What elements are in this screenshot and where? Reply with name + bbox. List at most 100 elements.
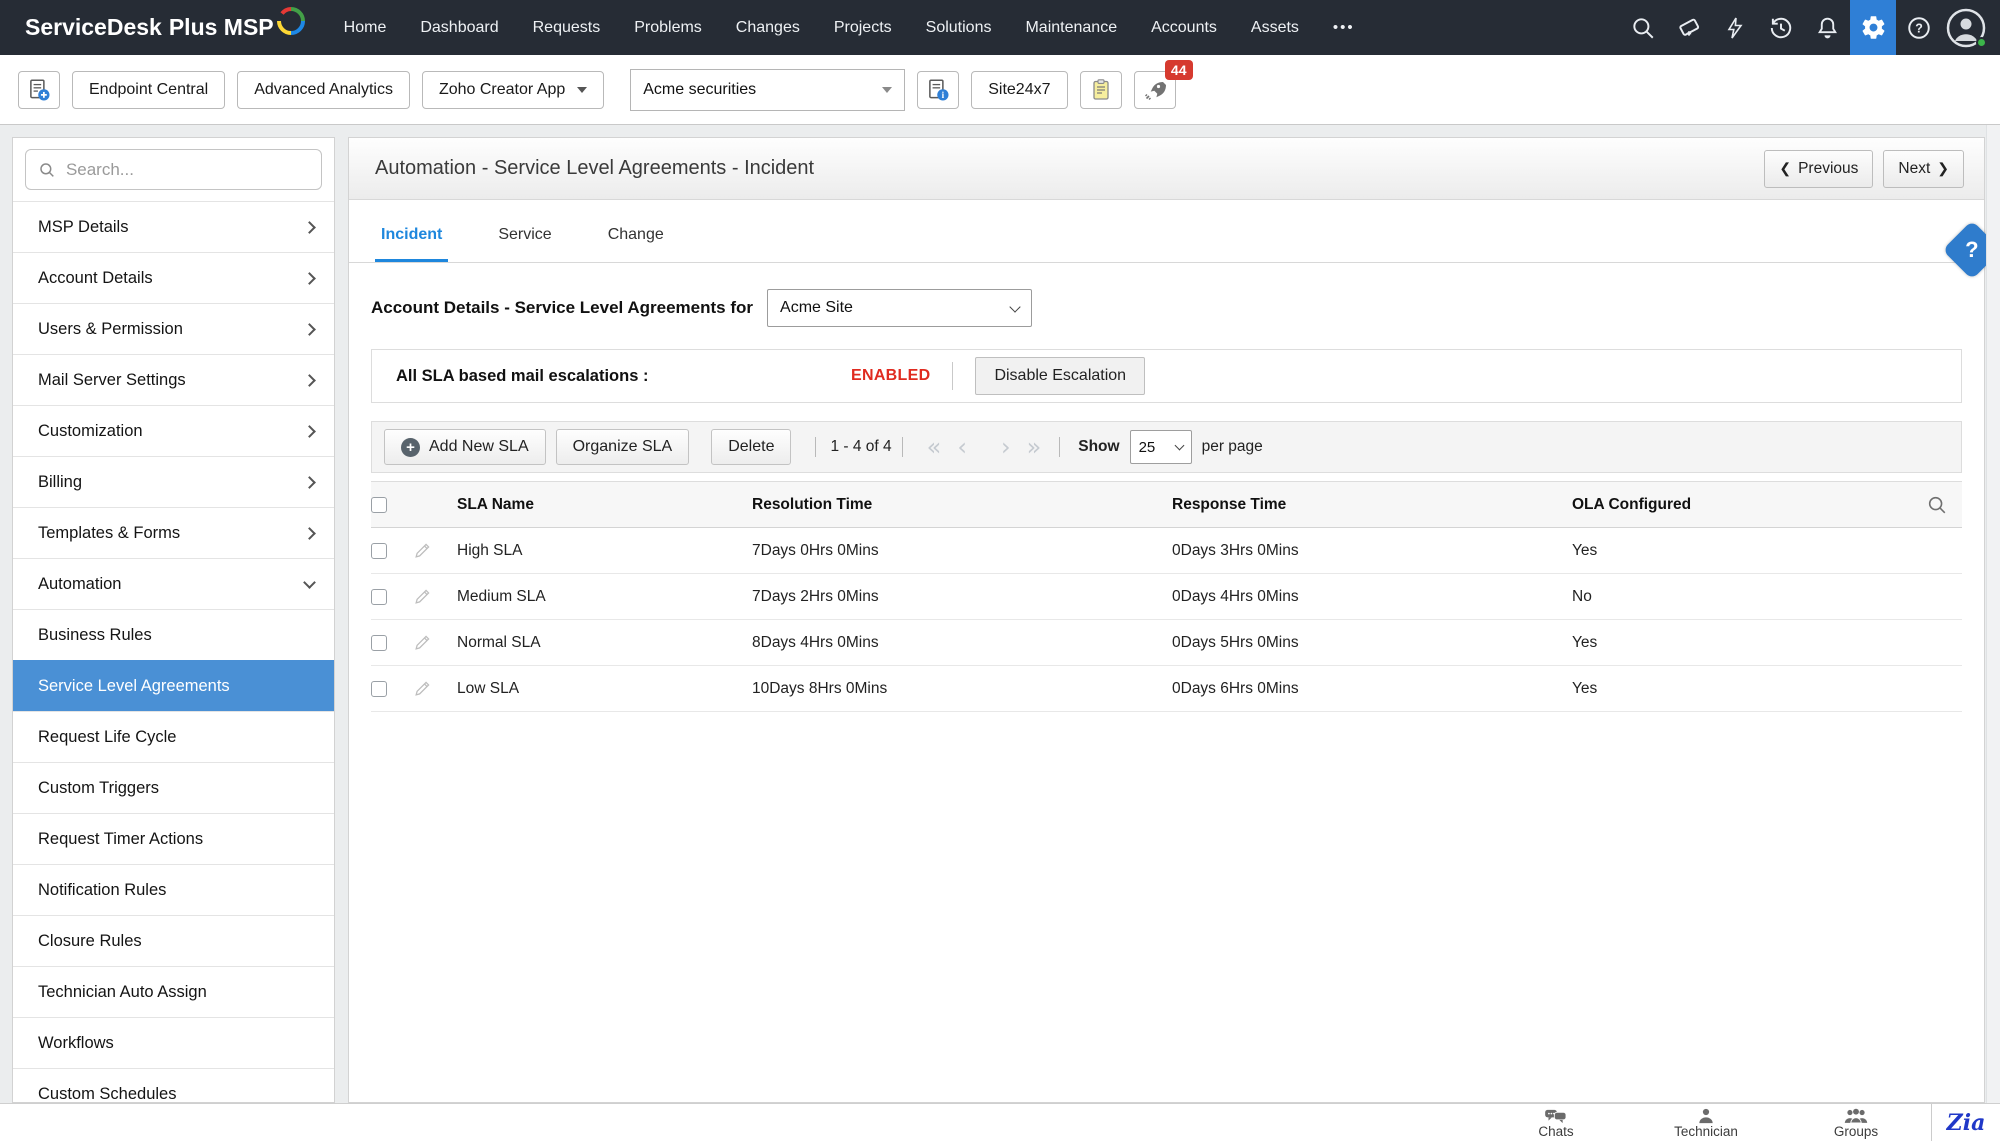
zia-assistant-button[interactable]: Zia <box>1932 1104 2000 1141</box>
resolution-time-cell: 8Days 4Hrs 0Mins <box>752 634 1172 652</box>
nav-item-dashboard[interactable]: Dashboard <box>420 19 498 37</box>
delete-button[interactable]: Delete <box>711 429 791 465</box>
settings-gear-icon[interactable] <box>1850 0 1896 55</box>
history-icon[interactable] <box>1758 0 1804 55</box>
row-checkbox[interactable] <box>371 589 387 605</box>
nav-item-accounts[interactable]: Accounts <box>1151 19 1217 37</box>
table-row: Low SLA 10Days 8Hrs 0Mins 0Days 6Hrs 0Mi… <box>371 666 1962 712</box>
sidebar-group-msp-details[interactable]: MSP Details <box>13 201 334 252</box>
nav-item-projects[interactable]: Projects <box>834 19 892 37</box>
chevron-down-icon <box>303 576 316 589</box>
edit-pencil-icon[interactable] <box>413 587 432 606</box>
sidebar-search <box>25 149 322 190</box>
bottom-dock: Chats Technician Groups Zia <box>0 1103 2000 1141</box>
page-header: Automation - Service Level Agreements - … <box>349 138 1984 200</box>
page-size-selector[interactable]: 25 <box>1130 430 1192 464</box>
clipboard-icon <box>1089 77 1113 103</box>
sidebar-group-customization[interactable]: Customization <box>13 405 334 456</box>
sidebar-group-account-details[interactable]: Account Details <box>13 252 334 303</box>
show-label: Show <box>1078 438 1119 456</box>
notes-button[interactable] <box>1080 71 1122 109</box>
edit-pencil-icon[interactable] <box>413 541 432 560</box>
edit-pencil-icon[interactable] <box>413 679 432 698</box>
edit-pencil-icon[interactable] <box>413 633 432 652</box>
next-button[interactable]: Next <box>1883 150 1964 188</box>
sidebar-group-automation[interactable]: Automation <box>13 558 334 609</box>
table-search-icon[interactable] <box>1926 494 1948 521</box>
tab-change[interactable]: Change <box>602 226 670 262</box>
column-header-response-time: Response Time <box>1172 496 1572 514</box>
help-icon[interactable]: ? <box>1896 0 1942 55</box>
sidebar-group-users-permission[interactable]: Users & Permission <box>13 303 334 354</box>
sidebar-search-input[interactable] <box>66 160 309 180</box>
add-ticket-icon[interactable] <box>1666 0 1712 55</box>
site-selector[interactable]: Acme Site <box>767 289 1032 327</box>
app-logo[interactable]: ServiceDesk Plus MSP <box>25 14 306 41</box>
row-checkbox[interactable] <box>371 635 387 651</box>
sidebar-item-closure-rules[interactable]: Closure Rules <box>13 915 334 966</box>
sidebar-item-business-rules[interactable]: Business Rules <box>13 609 334 660</box>
sidebar-item-custom-triggers[interactable]: Custom Triggers <box>13 762 334 813</box>
organize-sla-button[interactable]: Organize SLA <box>556 429 690 465</box>
sidebar-item-custom-schedules[interactable]: Custom Schedules <box>13 1068 334 1103</box>
sidebar-item-workflows[interactable]: Workflows <box>13 1017 334 1068</box>
user-avatar[interactable] <box>1946 8 1986 48</box>
nav-overflow-icon[interactable] <box>1333 19 1355 36</box>
notifications-bell-icon[interactable] <box>1804 0 1850 55</box>
whats-new-button[interactable]: 44 <box>1134 71 1176 109</box>
chevron-right-icon <box>303 323 316 336</box>
zoho-creator-dropdown[interactable]: Zoho Creator App <box>422 71 604 109</box>
row-checkbox[interactable] <box>371 681 387 697</box>
document-add-icon <box>26 77 52 103</box>
global-search-icon[interactable] <box>1620 0 1666 55</box>
previous-page-icon[interactable] <box>957 435 967 459</box>
notification-count-badge: 44 <box>1165 60 1193 80</box>
nav-item-assets[interactable]: Assets <box>1251 19 1299 37</box>
dock-chats[interactable]: Chats <box>1481 1104 1631 1141</box>
sidebar-item-notification-rules[interactable]: Notification Rules <box>13 864 334 915</box>
ola-configured-cell: No <box>1572 588 1962 606</box>
tab-incident[interactable]: Incident <box>375 226 448 262</box>
disable-escalation-button[interactable]: Disable Escalation <box>975 357 1145 395</box>
brand-text-rest: Plus MSP <box>169 14 274 41</box>
previous-button[interactable]: Previous <box>1764 150 1873 188</box>
advanced-analytics-button[interactable]: Advanced Analytics <box>237 71 410 109</box>
account-info-button[interactable]: i <box>917 71 959 109</box>
add-document-button[interactable] <box>18 71 60 109</box>
add-new-sla-button[interactable]: + Add New SLA <box>384 429 546 465</box>
nav-item-home[interactable]: Home <box>344 19 387 37</box>
last-page-icon[interactable] <box>1027 435 1042 459</box>
sidebar-item-technician-auto-assign[interactable]: Technician Auto Assign <box>13 966 334 1017</box>
select-all-checkbox[interactable] <box>371 497 387 513</box>
group-icon <box>1843 1108 1869 1124</box>
first-page-icon[interactable] <box>927 435 942 459</box>
nav-item-changes[interactable]: Changes <box>736 19 800 37</box>
row-checkbox[interactable] <box>371 543 387 559</box>
nav-item-maintenance[interactable]: Maintenance <box>1025 19 1117 37</box>
account-sla-label: Account Details - Service Level Agreemen… <box>371 298 753 318</box>
account-selector[interactable]: Acme securities <box>630 69 905 111</box>
sidebar-group-mail-server-settings[interactable]: Mail Server Settings <box>13 354 334 405</box>
dock-groups[interactable]: Groups <box>1781 1104 1931 1141</box>
quick-actions-icon[interactable] <box>1712 0 1758 55</box>
dock-technician[interactable]: Technician <box>1631 1104 1781 1141</box>
response-time-cell: 0Days 3Hrs 0Mins <box>1172 542 1572 560</box>
tab-service[interactable]: Service <box>492 226 557 262</box>
sidebar-item-service-level-agreements[interactable]: Service Level Agreements <box>13 660 334 711</box>
sidebar-group-billing[interactable]: Billing <box>13 456 334 507</box>
sidebar-item-request-timer-actions[interactable]: Request Timer Actions <box>13 813 334 864</box>
table-row: Medium SLA 7Days 2Hrs 0Mins 0Days 4Hrs 0… <box>371 574 1962 620</box>
sidebar-group-templates-forms[interactable]: Templates & Forms <box>13 507 334 558</box>
site24x7-button[interactable]: Site24x7 <box>971 71 1067 109</box>
per-page-label: per page <box>1202 438 1263 456</box>
resolution-time-cell: 10Days 8Hrs 0Mins <box>752 680 1172 698</box>
nav-item-problems[interactable]: Problems <box>634 19 702 37</box>
scrollbar[interactable] <box>1986 125 2000 1103</box>
chevron-right-icon <box>303 425 316 438</box>
main-content: Automation - Service Level Agreements - … <box>348 137 1985 1103</box>
nav-item-requests[interactable]: Requests <box>533 19 601 37</box>
next-page-icon[interactable] <box>1001 435 1011 459</box>
endpoint-central-button[interactable]: Endpoint Central <box>72 71 225 109</box>
nav-item-solutions[interactable]: Solutions <box>926 19 992 37</box>
sidebar-item-request-life-cycle[interactable]: Request Life Cycle <box>13 711 334 762</box>
